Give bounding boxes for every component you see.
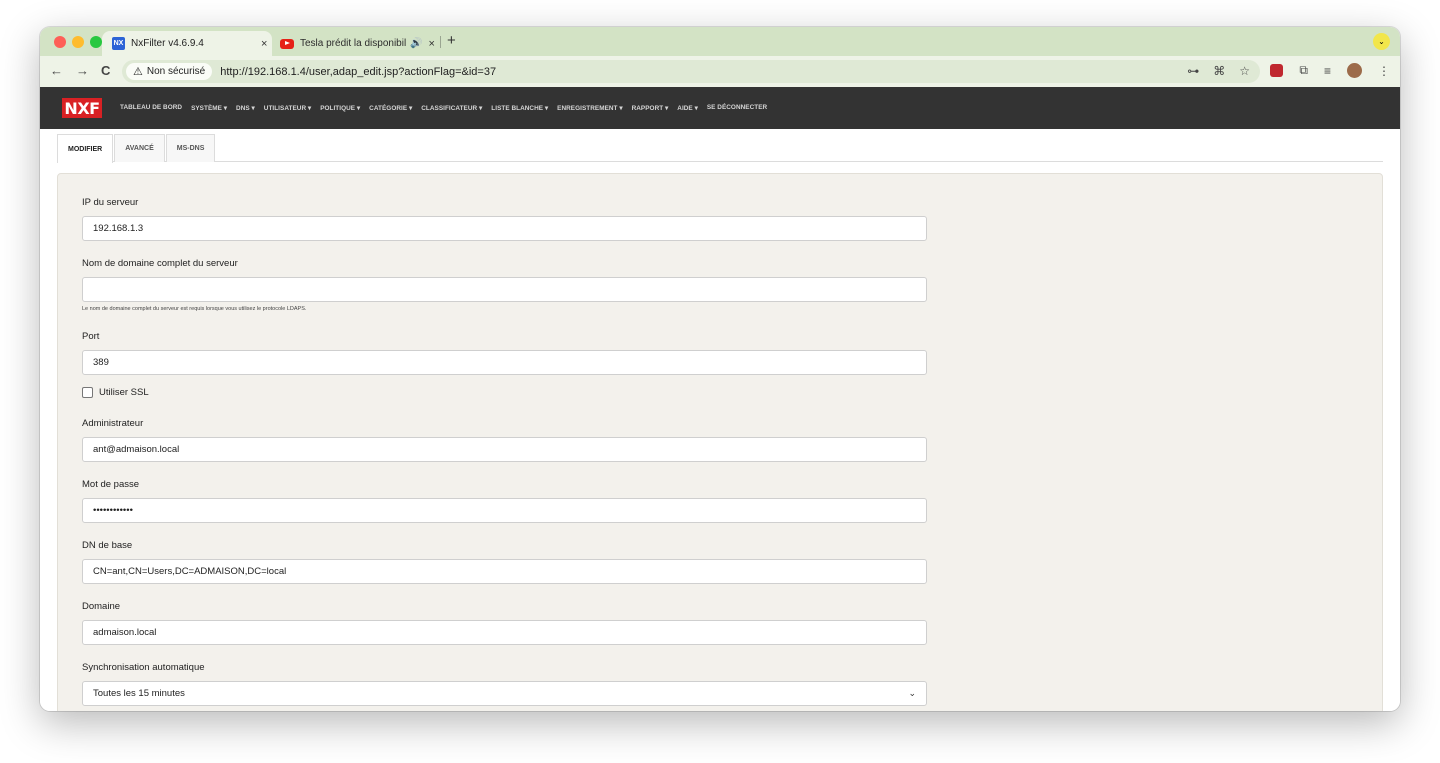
admin-input[interactable]: ant@admaison.local [82,437,927,462]
minimize-window-button[interactable] [72,36,84,48]
password-key-icon[interactable]: ⊶ [1187,64,1199,78]
password-input[interactable]: •••••••••••• [82,498,927,523]
fqdn-help-text: Le nom de domaine complet du serveur est… [82,306,307,312]
menu-classifier[interactable]: CLASSIFICATEUR ▾ [421,104,482,112]
speaker-icon[interactable]: 🔊 [410,38,422,49]
domain-input[interactable]: admaison.local [82,620,927,645]
base-dn-input[interactable]: CN=ant,CN=Users,DC=ADMAISON,DC=local [82,559,927,584]
url-text[interactable]: http://192.168.1.4/user,adap_edit.jsp?ac… [220,66,496,78]
tab-divider [440,36,441,48]
avatar[interactable] [1347,63,1362,78]
maximize-window-button[interactable] [90,36,102,48]
tab-title: NxFilter v4.6.9.4 [131,38,204,49]
port-input[interactable]: 389 [82,350,927,375]
bookmark-star-icon[interactable]: ☆ [1239,64,1250,78]
page-content: MODIFIER AVANCÉ MS-DNS IP du serveur 192… [40,129,1400,711]
admin-label: Administrateur [82,418,144,429]
menu-category[interactable]: CATÉGORIE ▾ [369,104,412,112]
menu-policy[interactable]: POLITIQUE ▾ [320,104,360,112]
back-arrow-icon[interactable]: ← [50,63,63,78]
server-ip-field: IP du serveur 192.168.1.3 [82,197,927,241]
app-header: NXF TABLEAU DE BORD SYSTÈME ▾ DNS ▾ UTIL… [40,87,1400,129]
browser-toolbar: ← → C ⚠ Non sécurisé http://192.168.1.4/… [40,56,1400,87]
close-icon[interactable]: × [428,38,434,50]
password-label: Mot de passe [82,479,140,490]
tab-ms-dns[interactable]: MS-DNS [165,134,216,162]
reload-icon[interactable]: C [101,63,110,78]
auto-sync-select[interactable]: Toutes les 15 minutes ⌄ [82,681,927,706]
server-ip-label: IP du serveur [82,197,139,208]
port-label: Port [82,331,100,342]
domain-field: Domaine admaison.local [82,601,927,645]
warning-icon: ⚠ [133,66,143,78]
tab-advanced[interactable]: AVANCÉ [114,134,165,162]
auto-sync-label: Synchronisation automatique [82,662,205,673]
menu-logout[interactable]: SE DÉCONNECTER [707,104,767,112]
browser-tab-nxfilter[interactable]: NX NxFilter v4.6.9.4 × [102,31,272,56]
menu-logging[interactable]: ENREGISTREMENT ▾ [557,104,622,112]
form-panel: IP du serveur 192.168.1.3 Nom de domaine… [57,173,1383,711]
menu-dns[interactable]: DNS ▾ [236,104,255,112]
browser-window: NX NxFilter v4.6.9.4 × Tesla prédit la d… [40,27,1400,711]
server-ip-input[interactable]: 192.168.1.3 [82,216,927,241]
reading-list-icon[interactable]: ≡ [1324,64,1331,78]
port-field: Port 389 [82,331,927,375]
base-dn-field: DN de base CN=ant,CN=Users,DC=ADMAISON,D… [82,540,927,584]
main-menu: TABLEAU DE BORD SYSTÈME ▾ DNS ▾ UTILISAT… [120,104,767,112]
translate-icon[interactable]: ⌘ [1213,64,1225,78]
tab-modifier[interactable]: MODIFIER [57,134,114,163]
menu-report[interactable]: RAPPORT ▾ [632,104,669,112]
new-tab-button[interactable]: + [447,32,456,49]
close-window-button[interactable] [54,36,66,48]
address-bar[interactable]: ⚠ Non sécurisé http://192.168.1.4/user,a… [122,60,1260,83]
fqdn-field: Nom de domaine complet du serveur Le nom… [82,258,927,312]
nxfilter-logo-icon: NX [112,37,125,50]
auto-sync-value: Toutes les 15 minutes [93,688,185,699]
tab-strip: NX NxFilter v4.6.9.4 × Tesla prédit la d… [40,27,1400,56]
use-ssl-label: Utiliser SSL [99,387,149,398]
fqdn-input[interactable] [82,277,927,302]
menu-dashboard[interactable]: TABLEAU DE BORD [120,104,182,112]
browser-tab-youtube[interactable]: Tesla prédit la disponibilité 🔊 × [276,31,446,56]
extension-icon[interactable] [1270,64,1284,77]
security-chip[interactable]: ⚠ Non sécurisé [126,63,213,80]
use-ssl-option[interactable]: Utiliser SSL [82,387,149,398]
auto-sync-field: Synchronisation automatique Toutes les 1… [82,662,927,706]
domain-label: Domaine [82,601,121,612]
nxf-logo[interactable]: NXF [62,98,102,118]
use-ssl-checkbox[interactable] [82,387,93,398]
security-label: Non sécurisé [146,66,206,77]
chevron-down-icon[interactable]: ⌄ [1373,33,1390,50]
menu-help[interactable]: AIDE ▾ [677,104,698,112]
more-menu-icon[interactable]: ⋮ [1378,64,1390,78]
menu-system[interactable]: SYSTÈME ▾ [191,104,227,112]
tab-title: Tesla prédit la disponibilité [300,38,406,49]
admin-field: Administrateur ant@admaison.local [82,418,927,462]
menu-whitelist[interactable]: LISTE BLANCHE ▾ [491,104,548,112]
base-dn-label: DN de base [82,540,133,551]
password-field: Mot de passe •••••••••••• [82,479,927,523]
menu-user[interactable]: UTILISATEUR ▾ [264,104,311,112]
close-icon[interactable]: × [261,38,267,50]
page-tabs: MODIFIER AVANCÉ MS-DNS [57,134,1383,163]
youtube-icon [280,38,294,49]
chevron-down-icon: ⌄ [908,688,916,698]
forward-arrow-icon[interactable]: → [76,63,89,78]
fqdn-label: Nom de domaine complet du serveur [82,258,238,269]
extensions-puzzle-icon[interactable]: ⧉ [1299,63,1308,78]
